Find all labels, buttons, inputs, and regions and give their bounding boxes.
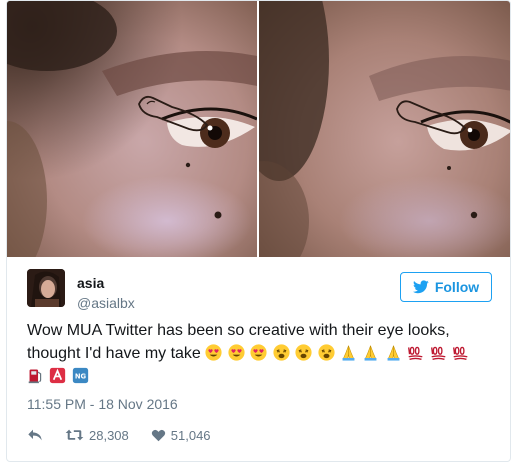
like-count: 51,046 xyxy=(170,427,211,443)
hundred-points-emoji-icon xyxy=(430,346,446,360)
eye-makeup-photo-left xyxy=(7,1,257,257)
emoji-row-1 xyxy=(205,344,470,362)
hundred-points-emoji-icon xyxy=(408,346,423,360)
fuel-pump-emoji-icon xyxy=(28,369,42,384)
heart-eyes-emoji-icon xyxy=(205,344,222,361)
eye-makeup-photo-right xyxy=(259,1,510,257)
reply-arrow-icon xyxy=(28,429,42,441)
retweet-count: 28,308 xyxy=(89,427,129,443)
twitter-bird-icon xyxy=(412,280,429,294)
a-button-emoji-icon xyxy=(50,367,66,384)
tweet-actions: 28,308 51,046 xyxy=(27,425,233,445)
folded-hands-emoji-icon xyxy=(387,345,400,361)
tweet-text-line1: Wow MUA Twitter has been so creative wit… xyxy=(27,322,450,339)
tweet-header: asia @asialbx Follow xyxy=(27,269,492,313)
hundred-points-emoji-icon xyxy=(453,346,468,360)
heart-eyes-emoji-icon xyxy=(228,344,245,361)
weary-face-emoji-icon xyxy=(295,344,312,361)
photo-right[interactable] xyxy=(257,1,510,257)
tweet-text-line2-text: thought I'd have my take xyxy=(27,345,201,362)
folded-hands-emoji-icon xyxy=(365,345,377,361)
reply-button[interactable] xyxy=(27,428,43,442)
folded-hands-emoji-icon xyxy=(342,345,355,361)
tweet-card: asia @asialbx Follow Wow MUA Twitter has… xyxy=(6,0,511,462)
user-display-name[interactable]: asia xyxy=(77,275,104,291)
tweet-text-line2: thought I'd have my take xyxy=(27,342,497,365)
tweet-timestamp[interactable]: 11:55 PM - 18 Nov 2016 xyxy=(27,396,178,412)
weary-face-emoji-icon xyxy=(273,344,290,361)
heart-eyes-emoji-icon xyxy=(250,344,267,361)
heart-icon xyxy=(151,429,165,442)
tweet-text: Wow MUA Twitter has been so creative wit… xyxy=(27,319,497,388)
retweet-icon xyxy=(65,429,84,441)
retweet-button[interactable]: 28,308 xyxy=(65,428,129,443)
tweet-text-line3: NG xyxy=(27,365,497,388)
follow-label: Follow xyxy=(434,279,480,295)
user-handle[interactable]: @asialbx xyxy=(77,295,135,311)
photo-left[interactable] xyxy=(7,1,257,257)
tweet-media[interactable] xyxy=(7,1,510,257)
ng-button-emoji-icon: NG xyxy=(72,367,89,384)
follow-button[interactable]: Follow xyxy=(400,272,492,302)
avatar-image xyxy=(27,269,65,307)
like-button[interactable]: 51,046 xyxy=(151,428,211,443)
weary-face-emoji-icon xyxy=(317,344,335,361)
svg-text:NG: NG xyxy=(75,372,87,380)
avatar[interactable] xyxy=(27,269,65,307)
emoji-row-2: NG xyxy=(27,367,90,385)
